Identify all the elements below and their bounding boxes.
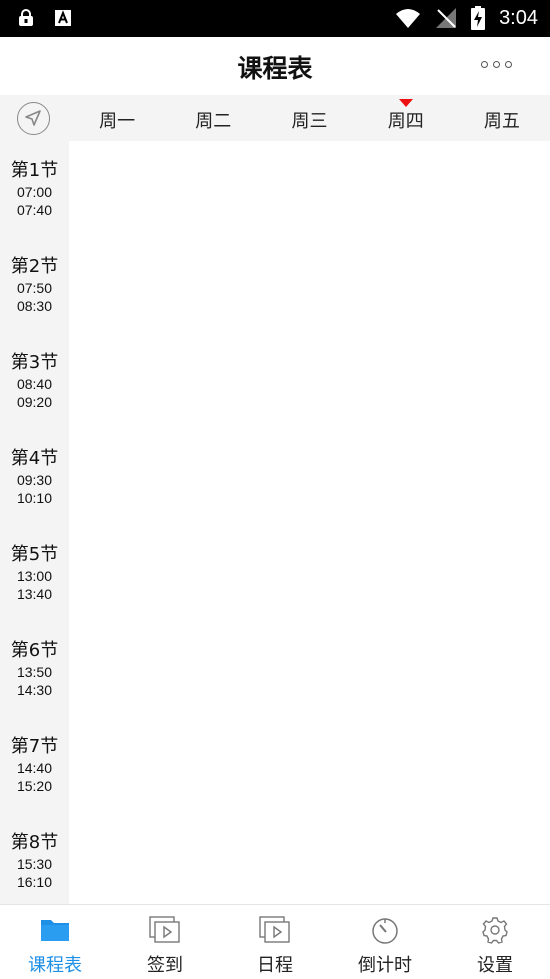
font-notification-icon: [55, 10, 71, 26]
period-name: 第7节: [10, 736, 59, 757]
weekday-thu[interactable]: 周四: [358, 95, 454, 141]
period-name: 第6节: [10, 640, 59, 661]
title-bar: 课程表: [0, 37, 550, 95]
period-start: 13:50: [16, 664, 53, 680]
week-header: 周一 周二 周三 周四 周五: [0, 95, 550, 141]
period-name: 第5节: [10, 544, 59, 565]
period-start: 07:00: [16, 184, 53, 200]
play-card-icon: [259, 916, 290, 943]
period-end: 07:40: [16, 202, 53, 218]
nav-label: 课程表: [28, 955, 82, 976]
period-start: 15:30: [16, 856, 53, 872]
nav-item-schedule[interactable]: 课程表: [0, 905, 110, 979]
period-end: 13:40: [16, 586, 53, 602]
period-5: 第5节 13:00 13:40: [0, 543, 69, 603]
timer-icon: [372, 918, 398, 944]
nav-item-checkin[interactable]: 签到: [110, 905, 220, 979]
period-name: 第8节: [10, 832, 59, 853]
weekday-wed[interactable]: 周三: [261, 95, 357, 141]
nav-item-settings[interactable]: 设置: [440, 905, 550, 979]
period-end: 08:30: [16, 298, 53, 314]
period-start: 07:50: [16, 280, 53, 296]
no-signal-icon: [436, 8, 457, 28]
period-end: 16:10: [16, 874, 53, 890]
period-end: 14:30: [16, 682, 53, 698]
bottom-nav: 课程表 签到 日程 倒计时 设置: [0, 904, 550, 979]
navigation-arrow-icon: [25, 110, 41, 126]
period-2: 第2节 07:50 08:30: [0, 255, 69, 315]
page-title: 课程表: [237, 54, 313, 83]
period-start: 08:40: [16, 376, 53, 392]
period-6: 第6节 13:50 14:30: [0, 639, 69, 699]
lock-notification-icon: [19, 9, 33, 26]
weekday-label: 周五: [483, 111, 520, 132]
weekday-label: 周二: [195, 111, 232, 132]
period-end: 09:20: [16, 394, 53, 410]
period-name: 第1节: [10, 160, 59, 181]
schedule-grid[interactable]: [69, 141, 550, 904]
status-notifications: [18, 9, 72, 27]
period-end: 10:10: [16, 490, 53, 506]
period-name: 第2节: [10, 256, 59, 277]
status-bar: 3:04: [0, 0, 550, 37]
period-8: 第8节 15:30 16:10: [0, 831, 69, 891]
period-start: 14:40: [16, 760, 53, 776]
nav-label: 倒计时: [358, 955, 412, 976]
weekday-mon[interactable]: 周一: [69, 95, 165, 141]
battery-charging-icon: [471, 6, 486, 30]
play-card-icon: [149, 916, 180, 943]
nav-item-countdown[interactable]: 倒计时: [330, 905, 440, 979]
status-system: 3:04: [395, 6, 538, 30]
more-dots-icon[interactable]: [481, 61, 512, 68]
weekday-row: 周一 周二 周三 周四 周五: [69, 95, 550, 141]
gear-icon: [482, 917, 508, 944]
nav-item-agenda[interactable]: 日程: [220, 905, 330, 979]
weekday-label: 周四: [387, 111, 424, 132]
wifi-icon: [396, 9, 421, 28]
period-start: 09:30: [16, 472, 53, 488]
nav-label: 日程: [257, 955, 293, 976]
weekday-label: 周三: [291, 111, 328, 132]
clock: 3:04: [499, 6, 538, 29]
period-start: 13:00: [16, 568, 53, 584]
period-name: 第4节: [10, 448, 59, 469]
weekday-label: 周一: [99, 111, 136, 132]
period-7: 第7节 14:40 15:20: [0, 735, 69, 795]
folder-icon: [41, 920, 69, 941]
nav-label: 设置: [477, 955, 513, 976]
weekday-fri[interactable]: 周五: [454, 95, 550, 141]
period-end: 15:20: [16, 778, 53, 794]
period-3: 第3节 08:40 09:20: [0, 351, 69, 411]
locate-today-button[interactable]: [17, 102, 50, 135]
period-4: 第4节 09:30 10:10: [0, 447, 69, 507]
period-1: 第1节 07:00 07:40: [0, 159, 69, 219]
today-marker-icon: [398, 99, 413, 107]
period-name: 第3节: [10, 352, 59, 373]
nav-label: 签到: [147, 955, 183, 976]
weekday-tue[interactable]: 周二: [165, 95, 261, 141]
period-column: 第1节 07:00 07:40 第2节 07:50 08:30 第3节 08:4…: [0, 141, 69, 904]
